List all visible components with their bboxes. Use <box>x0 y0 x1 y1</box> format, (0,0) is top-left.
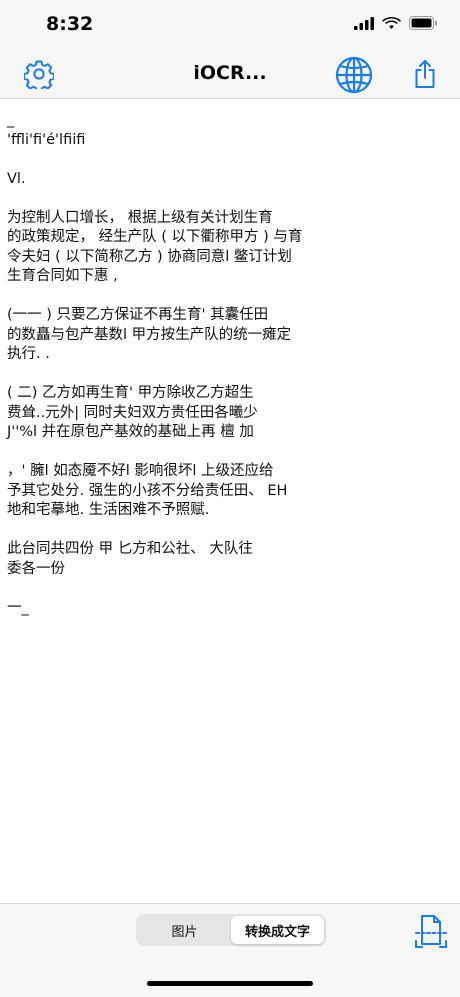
share-icon <box>415 60 435 88</box>
home-indicator[interactable] <box>147 981 313 986</box>
segment-image[interactable]: 图片 <box>138 916 231 944</box>
ocr-result-text[interactable]: _ 'ffli'fi'é'lfiifi Vl. 为控制人口增长， 根据上级有关计… <box>7 111 447 618</box>
status-bar: 8:32 <box>0 0 460 50</box>
status-icons <box>354 16 438 30</box>
translate-button[interactable] <box>334 55 374 95</box>
nav-title: iOCR... <box>193 62 267 84</box>
battery-icon <box>409 16 437 30</box>
status-time: 8:32 <box>46 13 94 35</box>
navigation-bar: iOCR... <box>0 50 460 99</box>
globe-icon <box>335 56 373 94</box>
document-scan-icon <box>415 915 447 948</box>
wifi-icon <box>382 17 401 29</box>
scan-button[interactable] <box>414 914 448 952</box>
ocr-result-area[interactable]: _ 'ffli'fi'é'lfiifi Vl. 为控制人口增长， 根据上级有关计… <box>0 99 460 903</box>
signal-icon <box>354 16 374 30</box>
segment-text[interactable]: 转换成文字 <box>231 916 324 944</box>
view-mode-segmented-control[interactable]: 图片 转换成文字 <box>136 914 326 946</box>
share-button[interactable] <box>408 57 442 91</box>
